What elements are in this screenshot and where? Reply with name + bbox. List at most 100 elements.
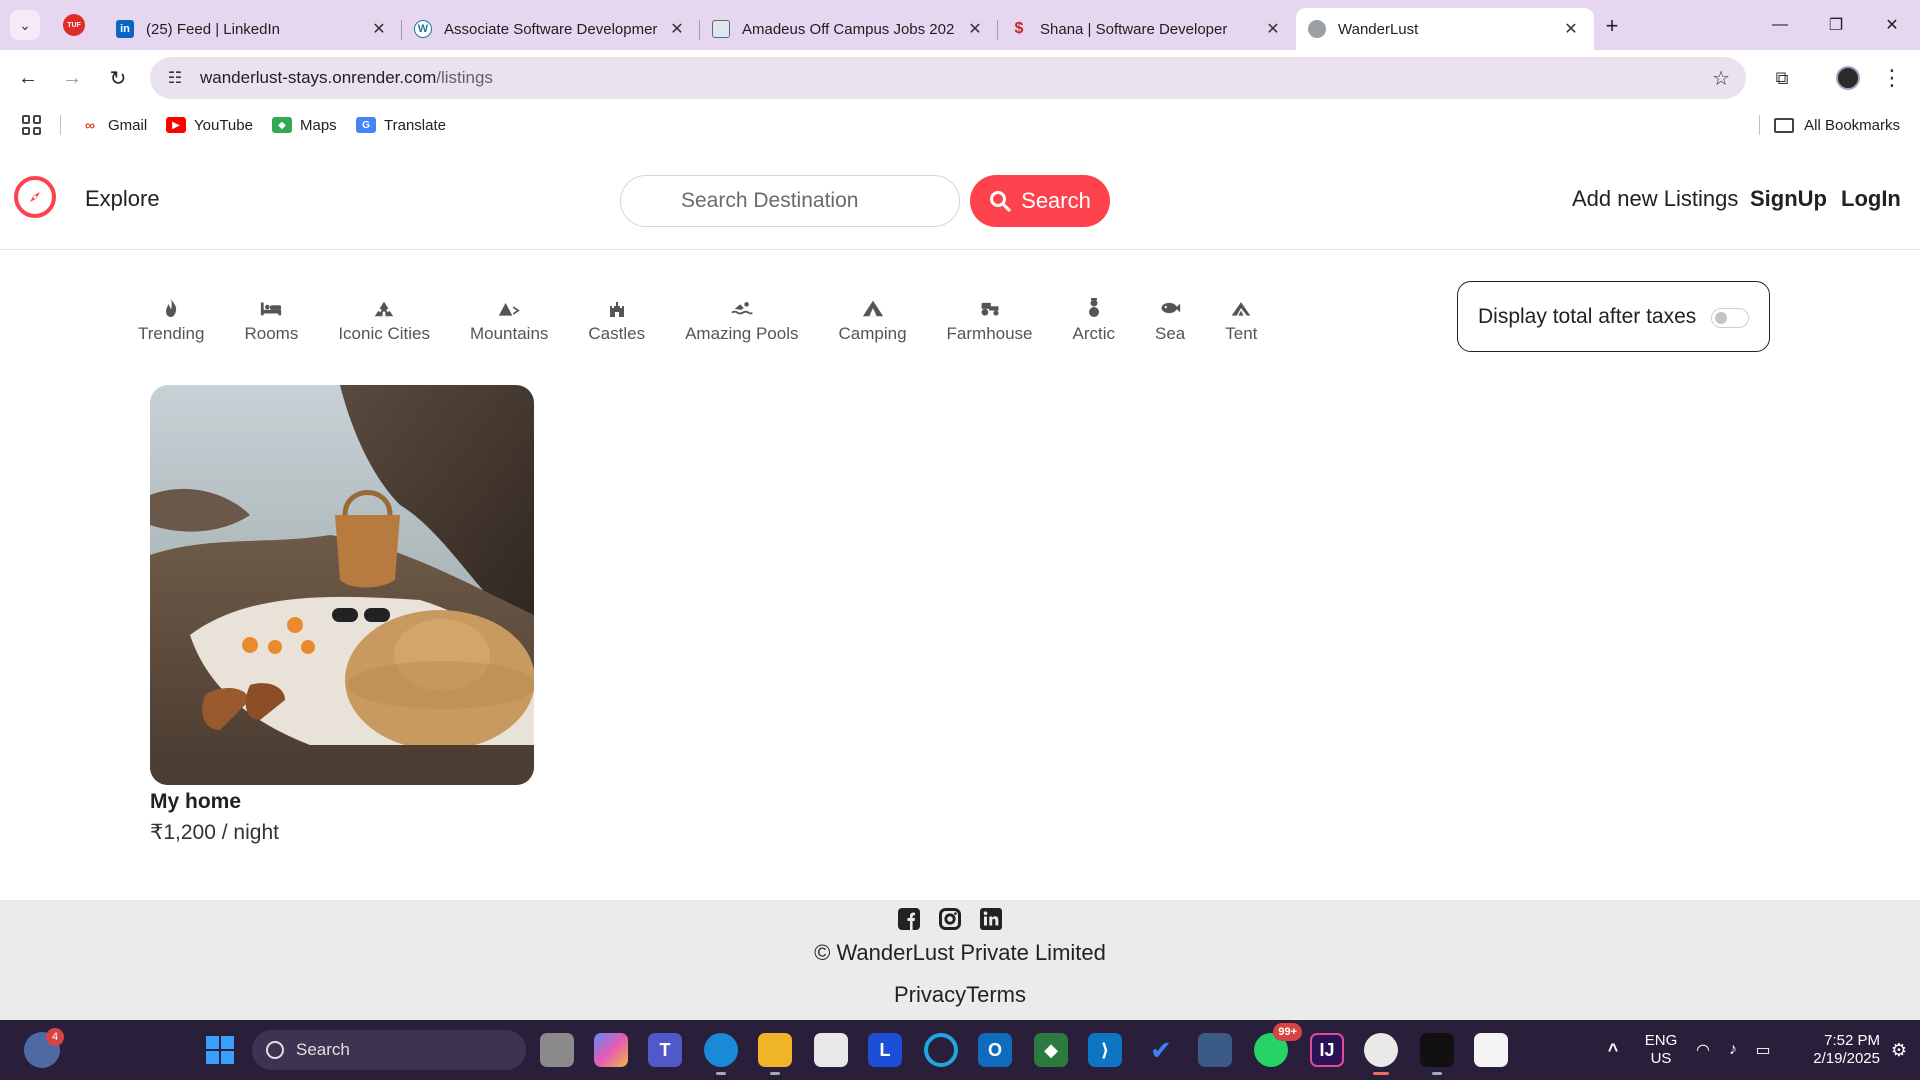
listing-card[interactable]: My home ₹1,200 / night	[150, 385, 534, 845]
battery-icon[interactable]: ▭	[1746, 1033, 1780, 1067]
minimize-button[interactable]: —	[1752, 0, 1808, 50]
login-link[interactable]: LogIn	[1841, 186, 1901, 212]
add-new-listing-link[interactable]: Add new Listings	[1572, 186, 1738, 212]
tax-toggle-switch[interactable]	[1711, 308, 1749, 328]
bookmark-translate[interactable]: G Translate	[356, 106, 446, 144]
wifi-icon[interactable]: ◠	[1686, 1033, 1720, 1067]
bookmark-youtube[interactable]: ▶ YouTube	[166, 106, 253, 144]
back-button[interactable]: ←	[14, 64, 42, 92]
bookmark-gmail[interactable]: ∞ Gmail	[80, 106, 147, 144]
linkedin-icon[interactable]	[980, 908, 1002, 930]
tax-toggle-label: Display total after taxes	[1478, 304, 1697, 328]
gmail-icon: ∞	[85, 117, 95, 133]
alexa-icon[interactable]	[924, 1033, 958, 1067]
tab-amadeus[interactable]: Amadeus Off Campus Jobs 202 ✕	[700, 8, 998, 50]
restore-button[interactable]: ❐	[1808, 0, 1864, 50]
taskbar-search-box[interactable]: Search	[252, 1030, 526, 1070]
tab-close-icon[interactable]: ✕	[668, 19, 686, 39]
volume-icon[interactable]: ♪	[1716, 1033, 1750, 1067]
tab-wanderlust[interactable]: WanderLust ✕	[1296, 8, 1594, 50]
linkedin-icon: in	[116, 20, 134, 38]
filter-iconic-cities[interactable]: Iconic Cities	[338, 292, 430, 352]
tab-close-icon[interactable]: ✕	[370, 19, 388, 39]
clock[interactable]: 7:52 PM 2/19/2025	[1790, 1032, 1880, 1068]
snipping-icon[interactable]	[1474, 1033, 1508, 1067]
all-bookmarks-label: All Bookmarks	[1804, 116, 1900, 134]
dollar-icon: $	[1014, 20, 1024, 37]
tab-shana[interactable]: $ Shana | Software Developer ✕	[998, 8, 1296, 50]
teams-icon[interactable]: T	[648, 1033, 682, 1067]
swimmer-icon	[731, 302, 753, 315]
snowman-icon	[1088, 298, 1099, 317]
tent-icon	[862, 300, 883, 317]
filter-trending[interactable]: Trending	[138, 292, 204, 352]
filter-camping[interactable]: Camping	[838, 292, 907, 352]
tab-associate-dev[interactable]: W Associate Software Developmer ✕	[402, 8, 700, 50]
tab-close-icon[interactable]: ✕	[1562, 19, 1580, 39]
tray-chevron-icon[interactable]: ^	[1596, 1033, 1630, 1067]
filter-amazing-pools[interactable]: Amazing Pools	[685, 292, 798, 352]
apps-grid-icon[interactable]	[22, 115, 42, 135]
filter-sea[interactable]: Sea	[1155, 292, 1185, 352]
signup-link[interactable]: SignUp	[1750, 186, 1827, 212]
filter-arctic[interactable]: Arctic	[1073, 292, 1115, 352]
vscode-icon[interactable]: ⟩	[1088, 1033, 1122, 1067]
browser-menu-icon[interactable]: ⋮	[1876, 62, 1908, 94]
listing-image[interactable]	[150, 385, 534, 785]
notifications-icon[interactable]: ⚙	[1884, 1033, 1914, 1067]
filter-castles[interactable]: Castles	[588, 292, 645, 352]
task-view-icon[interactable]	[540, 1033, 574, 1067]
whatsapp-icon[interactable]: 99+	[1254, 1023, 1302, 1067]
bookmark-label: YouTube	[194, 116, 253, 134]
tab-close-icon[interactable]: ✕	[966, 19, 984, 39]
store-icon[interactable]	[814, 1033, 848, 1067]
filter-mountains[interactable]: Mountains	[470, 292, 548, 352]
nav-explore-link[interactable]: Explore	[85, 186, 160, 212]
copilot-icon[interactable]	[594, 1033, 628, 1067]
weather-widget-icon[interactable]: 4	[24, 1028, 64, 1068]
category-filters: Trending Rooms Iconic Cities Mountains C…	[138, 292, 1297, 352]
bookmark-maps[interactable]: ◆ Maps	[272, 106, 337, 144]
bookmark-star-icon[interactable]: ☆	[1712, 66, 1730, 91]
extensions-icon[interactable]: ⧉	[1766, 62, 1798, 94]
launcher-l-icon[interactable]: L	[868, 1033, 902, 1067]
city-icon	[374, 301, 394, 317]
outlook-icon[interactable]: O	[978, 1033, 1012, 1067]
windows-start-icon[interactable]	[206, 1036, 234, 1064]
edge-icon[interactable]	[704, 1033, 738, 1075]
file-explorer-icon[interactable]	[758, 1033, 792, 1075]
new-tab-button[interactable]: +	[1598, 12, 1626, 40]
intellij-icon[interactable]: IJ	[1310, 1033, 1344, 1067]
address-bar[interactable]: ☷ wanderlust-stays.onrender.com/listings…	[150, 57, 1746, 99]
tab-linkedin[interactable]: in (25) Feed | LinkedIn ✕	[104, 8, 402, 50]
language-indicator[interactable]: ENG US	[1643, 1032, 1679, 1068]
filter-rooms[interactable]: Rooms	[244, 292, 298, 352]
tab-search-button[interactable]: ⌄	[10, 10, 40, 40]
filter-tent[interactable]: Tent	[1225, 292, 1257, 352]
git-icon[interactable]: ◆	[1034, 1033, 1068, 1067]
pinned-tab[interactable]: TUF	[60, 12, 88, 38]
compass-logo-icon[interactable]	[14, 176, 56, 218]
reload-button[interactable]: ↻	[104, 64, 132, 92]
forward-button[interactable]: →	[58, 64, 86, 92]
mountain-icon	[499, 302, 521, 316]
todo-check-icon[interactable]: ✔	[1144, 1033, 1178, 1067]
windows-taskbar: 4 Search T L O ◆ ⟩ ✔ 99+ IJ ^ ENG US ◠ ♪ …	[0, 1020, 1920, 1080]
close-window-button[interactable]: ✕	[1864, 0, 1920, 50]
filter-farmhouse[interactable]: Farmhouse	[947, 292, 1033, 352]
app-cube-icon[interactable]	[1420, 1033, 1454, 1075]
profile-avatar[interactable]	[1832, 62, 1864, 94]
instagram-icon[interactable]	[939, 908, 961, 930]
tractor-icon	[981, 302, 998, 316]
search-button[interactable]: Search	[970, 175, 1110, 227]
search-destination-input[interactable]	[620, 175, 960, 227]
facebook-icon[interactable]	[898, 908, 920, 930]
privacy-terms-links[interactable]: PrivacyTerms	[0, 982, 1920, 1008]
site-info-icon[interactable]: ☷	[154, 57, 196, 99]
bed-icon	[261, 302, 282, 316]
chrome-icon[interactable]	[1364, 1033, 1398, 1075]
all-bookmarks-button[interactable]: All Bookmarks	[1774, 106, 1900, 144]
sql-icon[interactable]	[1198, 1033, 1232, 1067]
copyright-text: © WanderLust Private Limited	[814, 940, 1106, 965]
tab-close-icon[interactable]: ✕	[1264, 19, 1282, 39]
